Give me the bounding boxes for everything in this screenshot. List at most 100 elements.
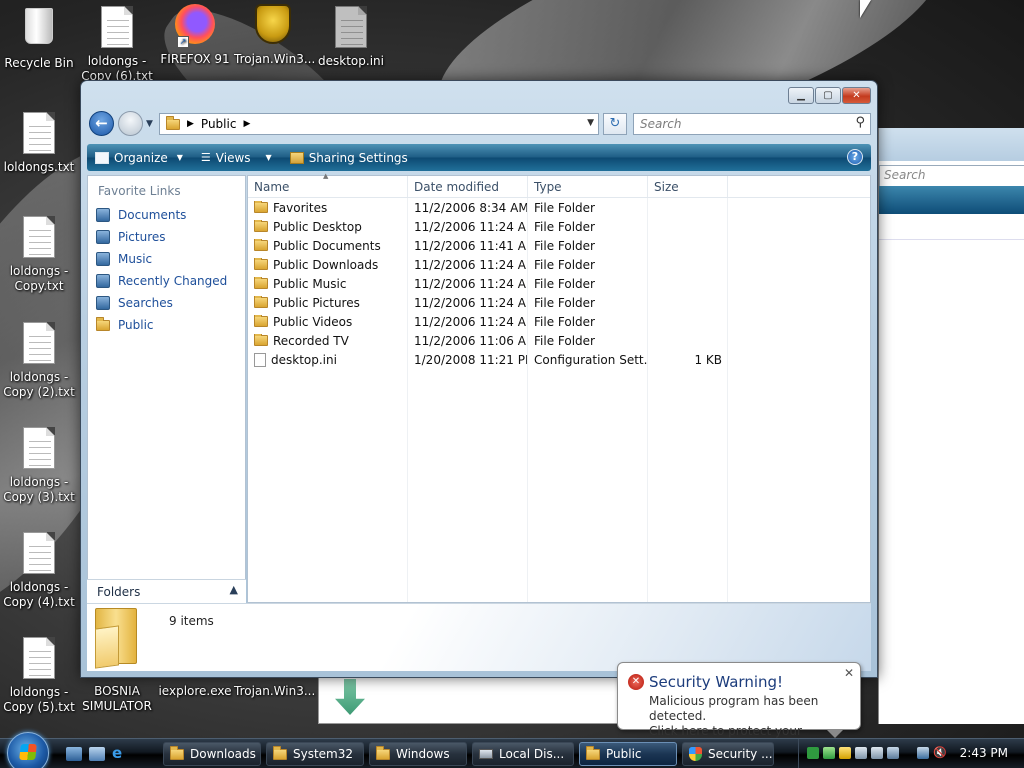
- file-row[interactable]: Public Downloads 11/2/2006 11:24 AM File F…: [248, 255, 870, 274]
- tray-app-icon[interactable]: [887, 747, 899, 759]
- views-button[interactable]: ☰ Views ▼: [201, 151, 272, 165]
- taskbar-item-local-disk[interactable]: Local Dis...: [472, 742, 574, 766]
- taskbar-item-label: Windows: [396, 747, 450, 761]
- favorite-links-title: Favorite Links: [98, 184, 181, 198]
- file-row[interactable]: Public Pictures 11/2/2006 11:24 AM File Fo…: [248, 293, 870, 312]
- desktop-icon-bosnia-simulator[interactable]: BOSNIA SIMULATOR: [78, 684, 156, 714]
- refresh-button[interactable]: ↻: [603, 113, 627, 135]
- sharing-settings-button[interactable]: Sharing Settings: [289, 150, 408, 165]
- favorite-link-label: Recently Changed: [118, 274, 228, 288]
- search-icon[interactable]: ⚲: [855, 115, 865, 130]
- balloon-close-button[interactable]: ✕: [844, 666, 854, 680]
- sharing-label: Sharing Settings: [308, 150, 408, 165]
- tray-volume-muted-icon[interactable]: 🔇: [933, 747, 947, 759]
- tray-network-status-icon[interactable]: [917, 747, 929, 759]
- folders-toggle[interactable]: Folders ▲: [87, 579, 246, 603]
- desktop-icon-loldongs-copy-5[interactable]: loldongs - Copy (5).txt: [0, 637, 78, 715]
- tray-app-icon[interactable]: [855, 747, 867, 759]
- tray-app-icon[interactable]: [871, 747, 883, 759]
- favorite-link-pictures[interactable]: Pictures: [88, 226, 245, 248]
- file-type: File Folder: [534, 276, 595, 291]
- taskbar-item-security[interactable]: Security ...: [682, 742, 774, 766]
- favorite-link-recently-changed[interactable]: Recently Changed: [88, 270, 245, 292]
- minimize-button[interactable]: ▁: [788, 87, 814, 104]
- background-window-fragment[interactable]: [318, 672, 618, 724]
- column-header-size[interactable]: Size: [648, 176, 728, 197]
- desktop-icon-trojan[interactable]: Trojan.Win3...: [234, 4, 315, 67]
- favorite-link-music[interactable]: Music: [88, 248, 245, 270]
- desktop-icon-loldongs-copy-2[interactable]: loldongs - Copy (2).txt: [0, 322, 78, 400]
- show-desktop-icon[interactable]: [66, 747, 82, 761]
- taskbar-item-system32[interactable]: System32: [266, 742, 364, 766]
- recently-changed-icon: [96, 274, 110, 288]
- tray-network-icon[interactable]: [807, 747, 819, 759]
- file-name-cell: Public Music: [248, 276, 408, 291]
- folder-icon: [254, 238, 268, 251]
- desktop-icon-loldongs-copy-4[interactable]: loldongs - Copy (4).txt: [0, 532, 78, 610]
- sharing-icon: [289, 151, 304, 164]
- recent-pages-dropdown[interactable]: ▼: [146, 119, 153, 129]
- close-button[interactable]: ✕: [842, 87, 871, 104]
- file-row[interactable]: desktop.ini 1/20/2008 11:21 PM Configurati…: [248, 350, 870, 369]
- address-bar[interactable]: ▶ Public ▶ ▼: [159, 113, 599, 135]
- desktop-icon-loldongs-copy-6[interactable]: loldongs - Copy (6).txt: [78, 6, 156, 84]
- desktop-icon-loldongs-copy-3[interactable]: loldongs - Copy (3).txt: [0, 427, 78, 505]
- forward-button[interactable]: [118, 111, 143, 136]
- favorite-link-documents[interactable]: Documents: [88, 204, 245, 226]
- file-type: File Folder: [534, 200, 595, 215]
- balloon-title: Security Warning!: [649, 673, 784, 691]
- file-row[interactable]: Public Documents 11/2/2006 11:41 AM File F…: [248, 236, 870, 255]
- column-header-date[interactable]: Date modified: [408, 176, 528, 197]
- column-header-type[interactable]: Type: [528, 176, 648, 197]
- help-icon[interactable]: ?: [847, 149, 863, 165]
- organize-button[interactable]: Organize ▼: [95, 151, 183, 165]
- address-dropdown-icon[interactable]: ▼: [587, 118, 594, 128]
- tray-shield-icon[interactable]: [823, 747, 835, 759]
- file-name-cell: Public Videos: [248, 314, 408, 329]
- desktop-icon-loldongs-copy[interactable]: loldongs - Copy.txt: [0, 216, 78, 294]
- folder-icon: [254, 200, 268, 213]
- tray-warning-shield-icon[interactable]: [839, 747, 851, 759]
- chevron-down-icon: ▼: [176, 153, 183, 162]
- taskbar-item-windows[interactable]: Windows: [369, 742, 467, 766]
- breadcrumb-chevron-icon: ▶: [187, 119, 194, 129]
- search-input[interactable]: Search ⚲: [633, 113, 871, 135]
- breadcrumb-chevron-icon: ▶: [243, 119, 251, 129]
- background-explorer-window[interactable]: Search: [878, 128, 1024, 724]
- file-row[interactable]: Public Music 11/2/2006 11:24 AM File Folde…: [248, 274, 870, 293]
- explorer-window[interactable]: ▁ ▢ ✕ ← ▼ ▶ Public ▶ ▼ ↻ Search ⚲ Organi…: [80, 80, 878, 678]
- desktop-icon-desktop-ini[interactable]: desktop.ini: [312, 6, 390, 69]
- file-row[interactable]: Favorites 11/2/2006 8:34 AM File Folder: [248, 198, 870, 217]
- desktop-icon-iexplore[interactable]: iexplore.exe: [156, 684, 234, 699]
- desktop-icon-label: loldongs - Copy (4).txt: [3, 580, 75, 609]
- desktop-icon-recycle-bin[interactable]: Recycle Bin: [0, 4, 78, 71]
- file-row[interactable]: Recorded TV 11/2/2006 11:06 AM File Folder: [248, 331, 870, 350]
- background-search-input[interactable]: Search: [879, 165, 1024, 187]
- taskbar-item-downloads[interactable]: Downloads: [163, 742, 261, 766]
- file-row[interactable]: Public Videos 11/2/2006 11:24 AM File Fold…: [248, 312, 870, 331]
- security-warning-balloon[interactable]: ✕ Security Warning! Malicious program ha…: [617, 662, 861, 753]
- taskbar-item-label: Public: [606, 747, 642, 761]
- pictures-icon: [96, 230, 110, 244]
- folder-icon: [254, 314, 268, 327]
- search-placeholder: Search: [640, 117, 682, 131]
- clock[interactable]: 2:43 PM: [960, 746, 1008, 760]
- back-button[interactable]: ←: [89, 111, 114, 136]
- maximize-button[interactable]: ▢: [815, 87, 841, 104]
- folder-icon: [170, 745, 184, 760]
- internet-explorer-icon[interactable]: e: [112, 746, 128, 761]
- file-row[interactable]: Public Desktop 11/2/2006 11:24 AM File Fol…: [248, 217, 870, 236]
- start-button[interactable]: [7, 732, 49, 768]
- folder-icon: [96, 316, 110, 331]
- desktop-icon-loldongs[interactable]: loldongs.txt: [0, 112, 78, 175]
- file-date: 1/20/2008 11:21 PM: [414, 352, 528, 367]
- desktop-icon-trojan-2[interactable]: Trojan.Win3...: [234, 684, 315, 699]
- taskbar-item-public[interactable]: Public: [579, 742, 677, 766]
- favorite-link-public[interactable]: Public: [88, 314, 245, 336]
- desktop-icon-label: BOSNIA SIMULATOR: [82, 684, 152, 713]
- taskbar-item-label: Security ...: [708, 747, 773, 761]
- breadcrumb-public[interactable]: Public: [201, 117, 237, 131]
- favorite-link-searches[interactable]: Searches: [88, 292, 245, 314]
- desktop-icon-firefox[interactable]: ↗ FIREFOX 91: [156, 4, 234, 67]
- switch-windows-icon[interactable]: [89, 747, 105, 761]
